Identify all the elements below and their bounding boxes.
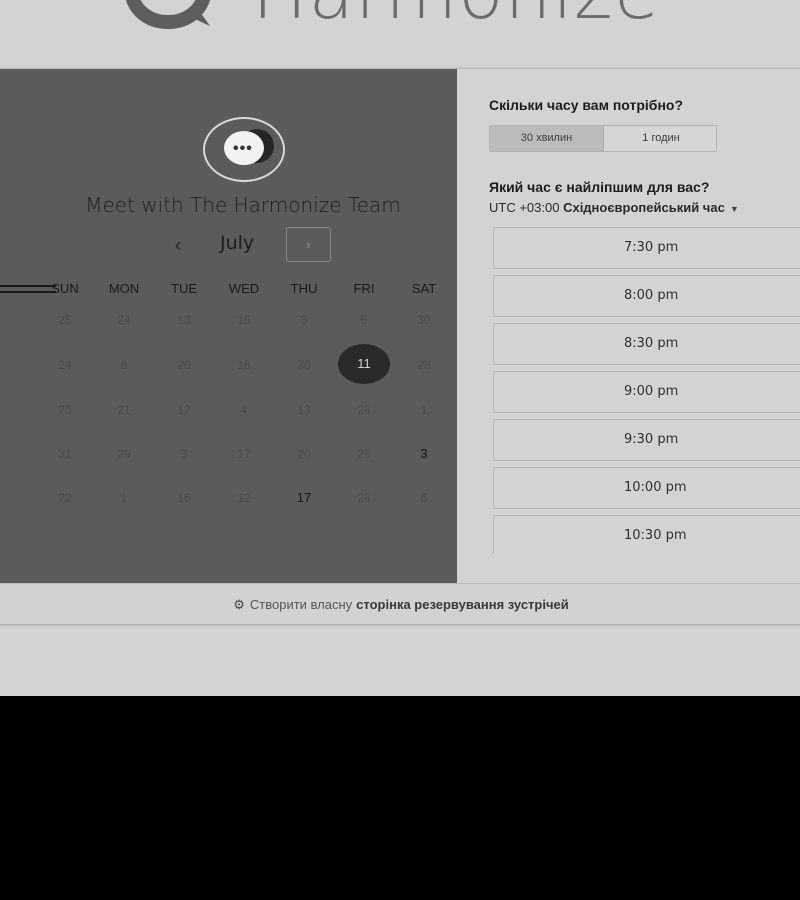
calendar-day: 3 (180, 447, 188, 461)
calendar-day: 5 (360, 313, 368, 327)
brand-name: Harmonize (252, 0, 660, 30)
calendar-day: 30 (297, 358, 311, 372)
weekday-header: SUN MON TUE WED THU FRI SAT (0, 281, 457, 299)
create-own-page-link[interactable]: ⚙ Створити власну сторінка резервування … (0, 583, 800, 625)
calendar-day: 3 (300, 313, 308, 327)
caret-down-icon: ▼ (729, 204, 739, 214)
duration-1hour-button[interactable]: 1 годин (604, 126, 716, 151)
calendar-day: 26 (357, 403, 371, 417)
calendar-day-available[interactable]: 3 (399, 446, 449, 461)
time-slot-button[interactable]: 7:30 pm (493, 227, 800, 269)
time-slot-button[interactable]: 10:30 pm (493, 515, 800, 553)
calendar-day: 1 (420, 403, 428, 417)
footer-text-bold: сторінка резервування зустрічей (356, 597, 569, 612)
timezone-name: Східноєвропейський час (563, 200, 725, 215)
calendar-day: 31 (58, 447, 72, 461)
calendar-day: 6 (420, 491, 428, 505)
time-slot-button[interactable]: 9:30 pm (493, 419, 800, 461)
calendar-day: 12 (237, 491, 251, 505)
duration-toggle: 30 хвилин 1 годин (489, 125, 717, 152)
calendar-day: 13 (297, 403, 311, 417)
calendar-day: 18 (237, 358, 251, 372)
time-slot-button[interactable]: 8:30 pm (493, 323, 800, 365)
calendar-day: 29 (117, 447, 131, 461)
calendar-day: 24 (117, 313, 131, 327)
month-label: July (220, 232, 255, 254)
calendar-panel: ••• Meet with The Harmonize Team ‹ July … (0, 69, 457, 583)
weekday-mon: MON (108, 281, 140, 296)
calendar-day: 12 (177, 403, 191, 417)
timezone-dropdown[interactable]: UTC +03:00 Східноєвропейський час ▼ (489, 200, 739, 215)
calendar-day: 1 (120, 491, 128, 505)
time-slot-list: 7:30 pm 8:00 pm 8:30 pm 9:00 pm 9:30 pm … (493, 227, 800, 553)
calendar-day: 13 (177, 313, 191, 327)
timezone-offset: UTC +03:00 (489, 200, 560, 215)
calendar-day: 15 (237, 313, 251, 327)
weekday-wed: WED (228, 281, 260, 296)
prev-month-button[interactable]: ‹ (170, 235, 186, 256)
calendar-day: 8 (120, 358, 128, 372)
calendar-day: 30 (417, 313, 431, 327)
booking-card: ••• Meet with The Harmonize Team ‹ July … (0, 68, 800, 624)
brand-header: Harmonize (0, 0, 800, 68)
time-slot-button[interactable]: 10:00 pm (493, 467, 800, 509)
duration-30min-button[interactable]: 30 хвилин (490, 126, 604, 151)
calendar-day: 4 (240, 403, 248, 417)
calendar-day: 26 (177, 358, 191, 372)
hubspot-sprocket-icon: ⚙ (233, 596, 245, 612)
scheduler-page: Harmonize ••• Meet with The Harmonize Te… (0, 0, 800, 696)
calendar-day: 20 (58, 403, 72, 417)
calendar-day: 21 (117, 403, 131, 417)
next-month-button[interactable]: › (286, 227, 331, 262)
booking-panel: Скільки часу вам потрібно? 30 хвилин 1 г… (457, 69, 800, 583)
team-avatar: ••• (203, 117, 285, 182)
chat-bubble-logo-icon (126, 0, 210, 29)
calendar-day: 25 (357, 447, 371, 461)
calendar-day: 24 (58, 358, 72, 372)
calendar-day: 28 (417, 358, 431, 372)
weekday-thu: THU (290, 281, 318, 296)
meeting-title: Meet with The Harmonize Team (85, 193, 401, 217)
ellipsis-icon: ••• (233, 140, 253, 157)
duration-question: Скільки часу вам потрібно? (489, 97, 684, 113)
weekday-sat: SAT (411, 281, 437, 296)
time-question: Який час є найліпшим для вас? (489, 179, 710, 195)
calendar-day: 25 (58, 313, 72, 327)
calendar-day-selected[interactable]: 11 (338, 344, 390, 384)
calendar-day: 20 (297, 447, 311, 461)
calendar-day: 22 (58, 491, 72, 505)
time-slot-button[interactable]: 9:00 pm (493, 371, 800, 413)
weekday-sun: SUN (51, 281, 79, 296)
calendar-day-available[interactable]: 17 (279, 490, 329, 505)
weekday-tue: TUE (171, 281, 197, 296)
calendar-day: 16 (177, 491, 191, 505)
calendar-day: 26 (357, 491, 371, 505)
footer-text-prefix: Створити власну (249, 597, 353, 612)
month-navigation: ‹ July › (0, 227, 457, 263)
calendar-day: 17 (237, 447, 251, 461)
weekday-fri: FRI (353, 281, 375, 296)
time-slot-button[interactable]: 8:00 pm (493, 275, 800, 317)
